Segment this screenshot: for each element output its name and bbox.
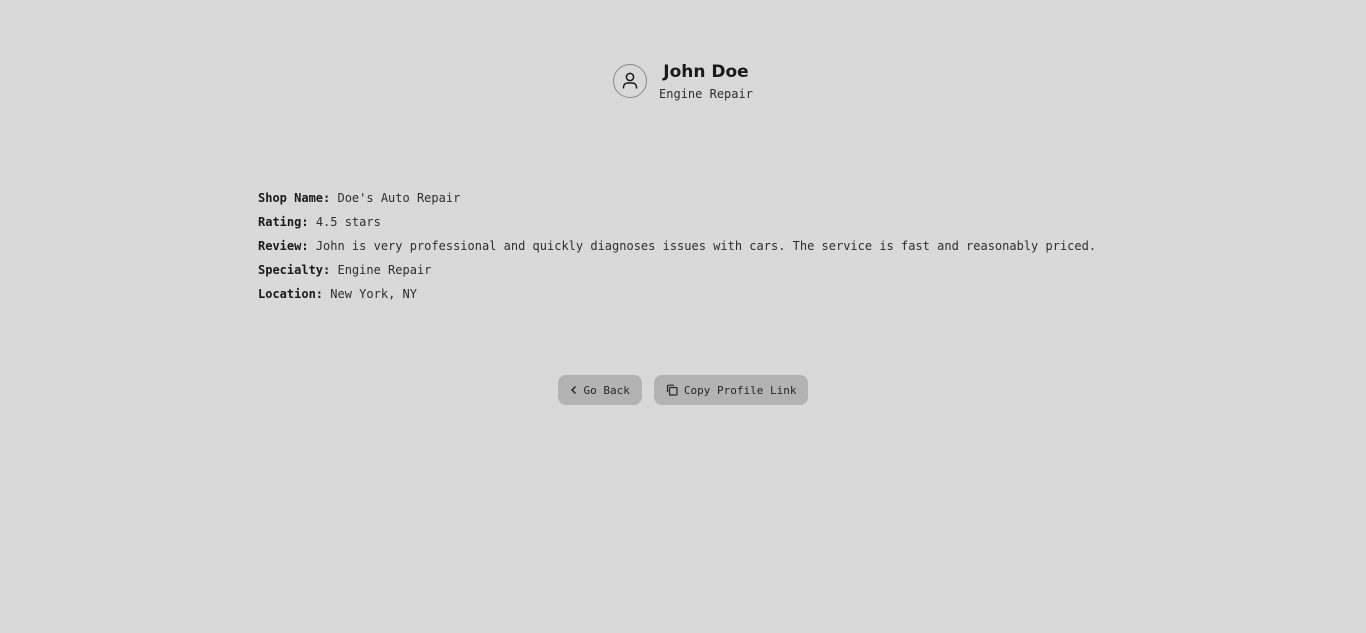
profile-specialty: Engine Repair [659,87,753,101]
detail-value: Doe's Auto Repair [337,191,461,205]
action-bar: Go Back Copy Profile Link [0,375,1366,405]
go-back-label: Go Back [583,383,630,397]
detail-value: 4.5 stars [315,215,381,229]
copy-icon [666,384,678,396]
profile-details: Shop Name: Doe's Auto Repair Rating: 4.5… [258,189,1096,309]
detail-label: Specialty: [258,263,331,277]
name-block: John Doe Engine Repair [659,61,753,102]
detail-value: John is very professional and quickly di… [315,239,1097,253]
avatar [613,63,648,98]
detail-row-review: Review: John is very professional and qu… [258,237,1096,261]
detail-row-specialty: Specialty: Engine Repair [258,261,1096,285]
copy-profile-link-label: Copy Profile Link [683,383,797,397]
detail-label: Location: [258,287,324,301]
profile-header: John Doe Engine Repair [0,61,1366,102]
detail-label: Rating: [258,215,309,229]
detail-value: New York, NY [330,287,417,301]
user-icon [622,72,638,88]
copy-profile-link-button[interactable]: Copy Profile Link [653,375,809,405]
detail-row-rating: Rating: 4.5 stars [258,213,1096,237]
detail-value: Engine Repair [337,263,432,277]
detail-row-shop-name: Shop Name: Doe's Auto Repair [258,189,1096,213]
detail-label: Review: [258,239,309,253]
profile-name: John Doe [663,62,749,82]
go-back-button[interactable]: Go Back [557,375,642,405]
detail-label: Shop Name: [258,191,331,205]
detail-row-location: Location: New York, NY [258,285,1096,309]
chevron-left-icon [570,385,578,395]
